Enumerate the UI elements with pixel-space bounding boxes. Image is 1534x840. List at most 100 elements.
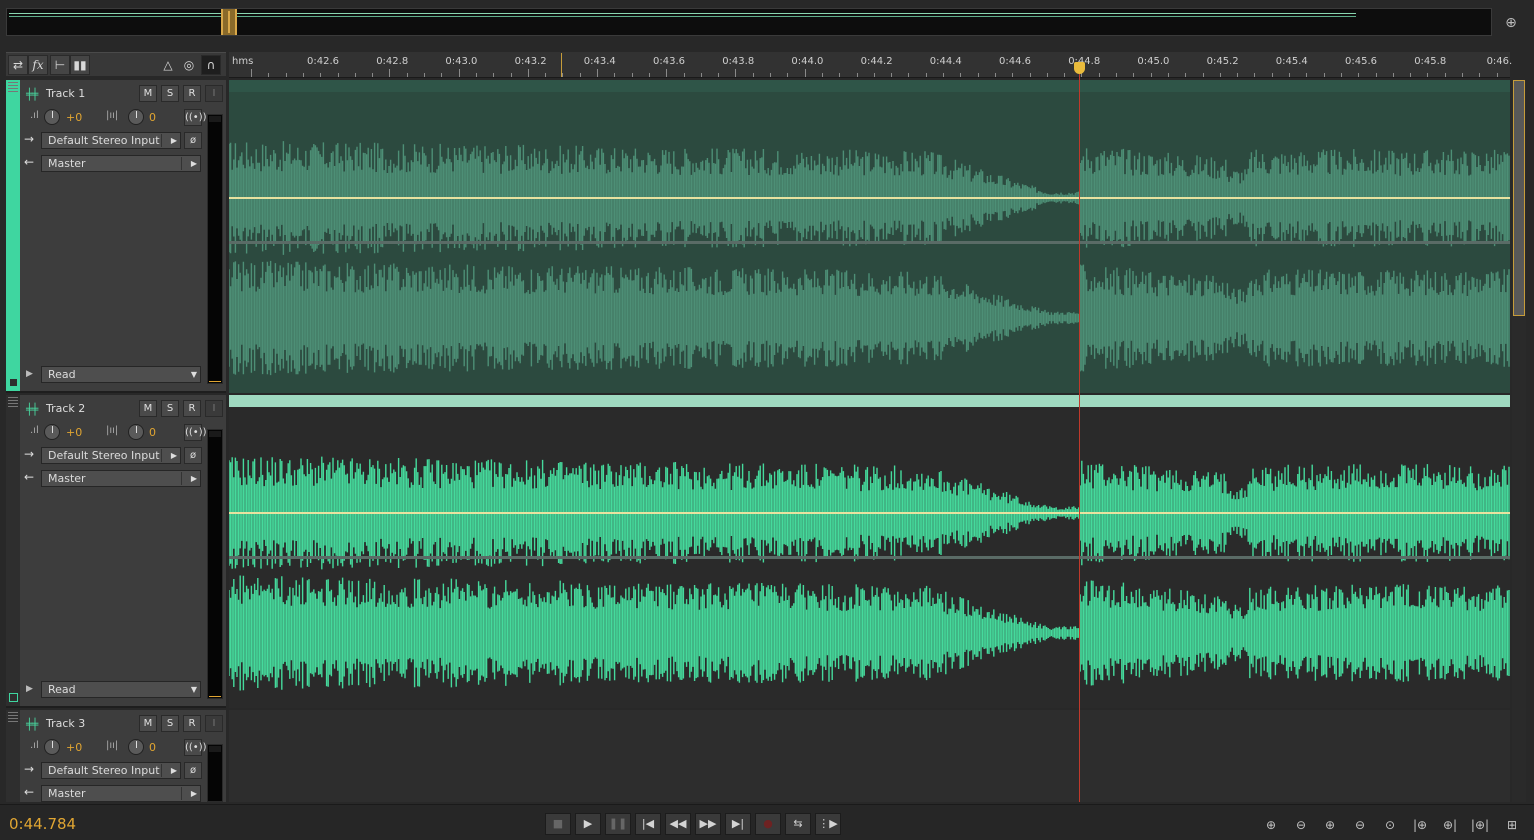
input-select[interactable]: Default Stereo Input ▶ [41,132,181,149]
metronome-icon[interactable]: △ [158,55,178,75]
eq-icon[interactable]: ▮▮ [70,55,90,75]
input-monitor-button[interactable]: I [205,715,223,732]
track-lane-3[interactable] [229,710,1510,802]
zoom-tracks-icon[interactable]: ⊞ [1500,815,1524,835]
skip-selection-icon[interactable]: ⋮▶ [815,813,841,835]
track-header-3[interactable]: ╪╪ Track 3 M S R I .ıl +0 |ıı| 0 ((•)) →… [6,710,226,802]
track-lane-1[interactable] [229,80,1510,393]
current-time-display[interactable]: 0:44.784 [9,815,76,833]
vertical-scrollbar[interactable] [1512,80,1526,802]
stereo-icon[interactable]: ((•)) [184,109,207,126]
track-color-stripe [6,80,20,391]
ruler-tick [1167,73,1169,77]
pan-knob[interactable] [128,739,144,755]
record-arm-button[interactable]: R [183,400,201,417]
drag-grip-icon[interactable] [8,82,18,92]
track-select-box[interactable] [9,693,18,702]
playhead-handle[interactable] [1074,62,1085,74]
zoom-out-time-icon[interactable]: ⊖ [1348,815,1372,835]
automation-mode-select[interactable]: Read ▼ [41,366,201,383]
solo-button[interactable]: S [161,715,179,732]
input-monitor-button[interactable]: I [205,85,223,102]
pan-knob[interactable] [128,424,144,440]
input-monitor-button[interactable]: I [205,400,223,417]
automation-mode-select[interactable]: Read ▼ [41,681,201,698]
solo-button[interactable]: S [161,85,179,102]
overview-view-range-handle[interactable] [221,9,237,35]
stereo-icon[interactable]: ((•)) [184,424,207,441]
go-to-end-icon[interactable]: ▶| [725,813,751,835]
input-select[interactable]: Default Stereo Input ▶ [41,447,181,464]
pause-icon[interactable]: ❚❚ [605,813,631,835]
track-lane-2[interactable] [229,395,1510,708]
phase-invert-icon[interactable]: ø [184,132,202,149]
output-select[interactable]: Master ▶ [41,785,201,802]
go-to-start-icon[interactable]: |◀ [635,813,661,835]
pan-knob[interactable] [128,109,144,125]
ruler-tick [787,73,789,77]
fx-icon[interactable]: fx [28,55,48,75]
zoom-in-amplitude-icon[interactable]: ⊕ [1259,815,1283,835]
waveform-icon: ╪╪ [26,403,38,416]
overview-timeline[interactable] [6,8,1492,36]
track-name[interactable]: Track 2 [46,402,85,415]
drag-grip-icon[interactable] [8,397,18,407]
rewind-icon[interactable]: ◀◀ [665,813,691,835]
output-select[interactable]: Master ▶ [41,155,201,172]
record-monitor-icon[interactable]: ◎ [179,55,199,75]
ruler-tick [354,73,356,77]
scrollbar-thumb[interactable] [1513,80,1525,316]
volume-value[interactable]: +0 [66,426,82,439]
zoom-in-time-icon[interactable]: ⊕ [1318,815,1342,835]
audio-clip-2[interactable] [229,395,1510,708]
record-icon[interactable]: ● [755,813,781,835]
ruler-tick [648,73,650,77]
play-icon[interactable]: ▶ [575,813,601,835]
sends-icon[interactable]: ⊢ [50,55,70,75]
ruler-tick [1133,73,1135,77]
pan-value[interactable]: 0 [149,741,156,754]
expand-automation-icon[interactable]: ▶ [26,369,33,379]
volume-knob[interactable] [44,424,60,440]
zoom-navigator-icon[interactable]: ⊕ [1500,12,1522,34]
pan-value[interactable]: 0 [149,111,156,124]
track-header-2[interactable]: ╪╪ Track 2 M S R I .ıl +0 |ıı| 0 ((•)) →… [6,395,226,708]
solo-button[interactable]: S [161,400,179,417]
zoom-out-amplitude-icon[interactable]: ⊖ [1289,815,1313,835]
record-arm-button[interactable]: R [183,85,201,102]
track-name[interactable]: Track 1 [46,87,85,100]
record-arm-button[interactable]: R [183,715,201,732]
stop-icon[interactable]: ■ [545,813,571,835]
swap-icon[interactable]: ⇄ [8,55,28,75]
phase-invert-icon[interactable]: ø [184,447,202,464]
ruler-tick [579,73,581,77]
fast-forward-icon[interactable]: ▶▶ [695,813,721,835]
zoom-in-selection-left-icon[interactable]: |⊕ [1408,815,1432,835]
time-ruler[interactable]: hms 0:42.6 0:42.8 0:43.0 0:43.2 0:43.4 0:43.6… [229,52,1512,78]
track-header-1[interactable]: ╪╪ Track 1 M S R I .ıl +0 |ıı| 0 ((•)) →… [6,80,226,393]
zoom-in-selection-right-icon[interactable]: ⊕| [1438,815,1462,835]
drag-grip-icon[interactable] [8,712,18,722]
mute-button[interactable]: M [139,400,157,417]
output-select[interactable]: Master ▶ [41,470,201,487]
expand-automation-icon[interactable]: ▶ [26,684,33,694]
headphones-icon[interactable]: ∩ [201,55,221,75]
loop-icon[interactable]: ⇆ [785,813,811,835]
track-header-toolbar: ⇄ fx ⊢ ▮▮ △ ◎ ∩ [6,52,226,76]
pan-value[interactable]: 0 [149,426,156,439]
track-select-box[interactable] [9,378,18,387]
audio-clip-1[interactable] [229,80,1510,393]
stereo-icon[interactable]: ((•)) [184,739,207,756]
track-name[interactable]: Track 3 [46,717,85,730]
mute-button[interactable]: M [139,85,157,102]
volume-value[interactable]: +0 [66,741,82,754]
volume-value[interactable]: +0 [66,111,82,124]
ruler-tick [1358,73,1360,77]
mute-button[interactable]: M [139,715,157,732]
zoom-out-full-icon[interactable]: ⊙ [1378,815,1402,835]
zoom-to-selection-icon[interactable]: |⊕| [1468,815,1492,835]
volume-knob[interactable] [44,739,60,755]
volume-knob[interactable] [44,109,60,125]
input-select[interactable]: Default Stereo Input ▶ [41,762,181,779]
phase-invert-icon[interactable]: ø [184,762,202,779]
